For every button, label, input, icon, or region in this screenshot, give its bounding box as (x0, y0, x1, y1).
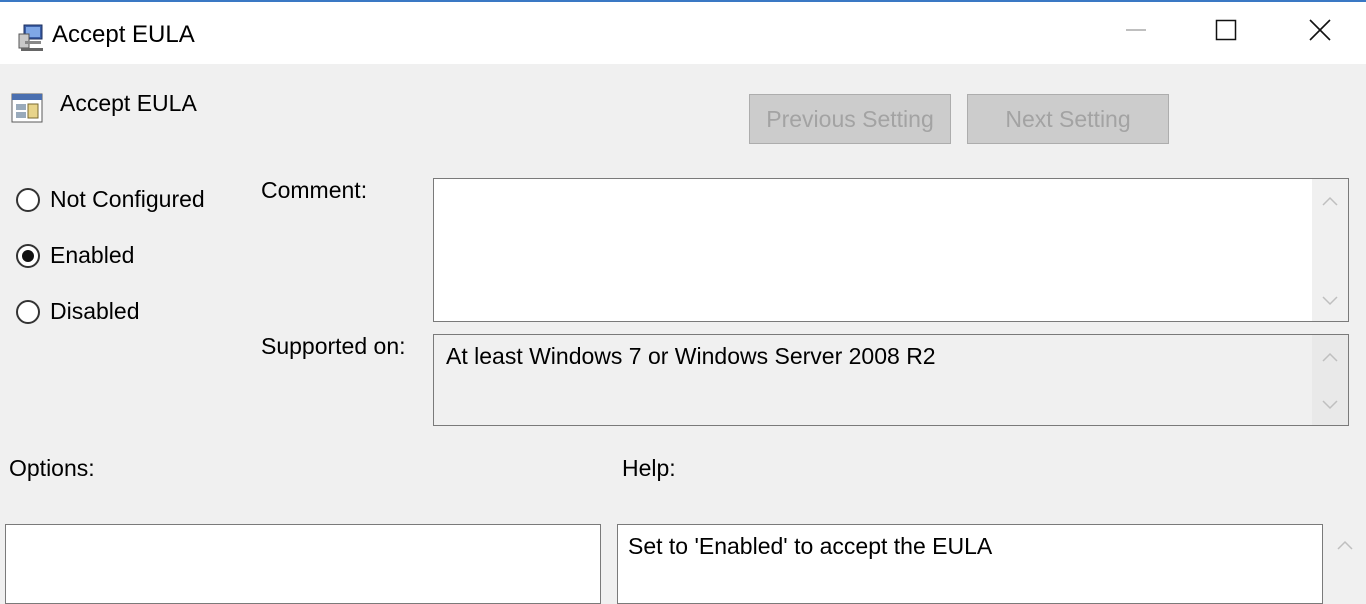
not-configured-radio[interactable] (16, 187, 40, 212)
help-text: Set to 'Enabled' to accept the EULA (628, 533, 993, 559)
help-label: Help: (622, 455, 676, 481)
not-configured-option[interactable]: Not Configured (16, 186, 205, 213)
help-panel: Set to 'Enabled' to accept the EULA (617, 524, 1323, 604)
help-scrollbar[interactable] (1323, 524, 1366, 594)
close-button[interactable] (1274, 4, 1366, 56)
minimize-icon (1126, 29, 1146, 31)
options-panel (5, 524, 601, 604)
scroll-up-arrow-icon[interactable] (1312, 339, 1348, 375)
disabled-label: Disabled (50, 298, 140, 324)
scroll-up-arrow-icon[interactable] (1323, 532, 1366, 558)
setting-title: Accept EULA (60, 90, 197, 116)
next-setting-label: Next Setting (1005, 105, 1131, 132)
scroll-down-arrow-icon[interactable] (1312, 387, 1348, 423)
comment-textarea[interactable] (433, 178, 1349, 322)
comment-label: Comment: (261, 177, 368, 203)
disabled-option[interactable]: Disabled (16, 298, 140, 325)
comment-scrollbar[interactable] (1312, 179, 1348, 321)
radio-selected-dot (22, 249, 34, 262)
options-label: Options: (9, 455, 95, 481)
enabled-option[interactable]: Enabled (16, 242, 134, 269)
scroll-up-arrow-icon[interactable] (1312, 183, 1348, 219)
not-configured-label: Not Configured (50, 186, 205, 212)
title-bar: Accept EULA (0, 2, 1366, 64)
enabled-radio[interactable] (16, 243, 40, 268)
next-setting-button[interactable]: Next Setting (967, 94, 1169, 144)
enabled-label: Enabled (50, 242, 135, 268)
maximize-icon (1215, 19, 1237, 41)
minimize-button[interactable] (1090, 4, 1182, 56)
supported-on-field: At least Windows 7 or Windows Server 200… (433, 334, 1349, 426)
policy-setting-icon (11, 93, 43, 123)
disabled-radio[interactable] (16, 299, 40, 324)
previous-setting-button[interactable]: Previous Setting (749, 94, 951, 144)
computer-policy-icon (18, 24, 43, 51)
close-icon (1309, 19, 1331, 41)
scroll-down-arrow-icon[interactable] (1312, 283, 1348, 319)
supported-on-value: At least Windows 7 or Windows Server 200… (446, 343, 936, 369)
supported-on-label: Supported on: (261, 333, 406, 359)
supported-scrollbar[interactable] (1312, 335, 1348, 425)
previous-setting-label: Previous Setting (766, 105, 934, 132)
window-title: Accept EULA (52, 21, 195, 48)
maximize-button[interactable] (1180, 4, 1272, 56)
